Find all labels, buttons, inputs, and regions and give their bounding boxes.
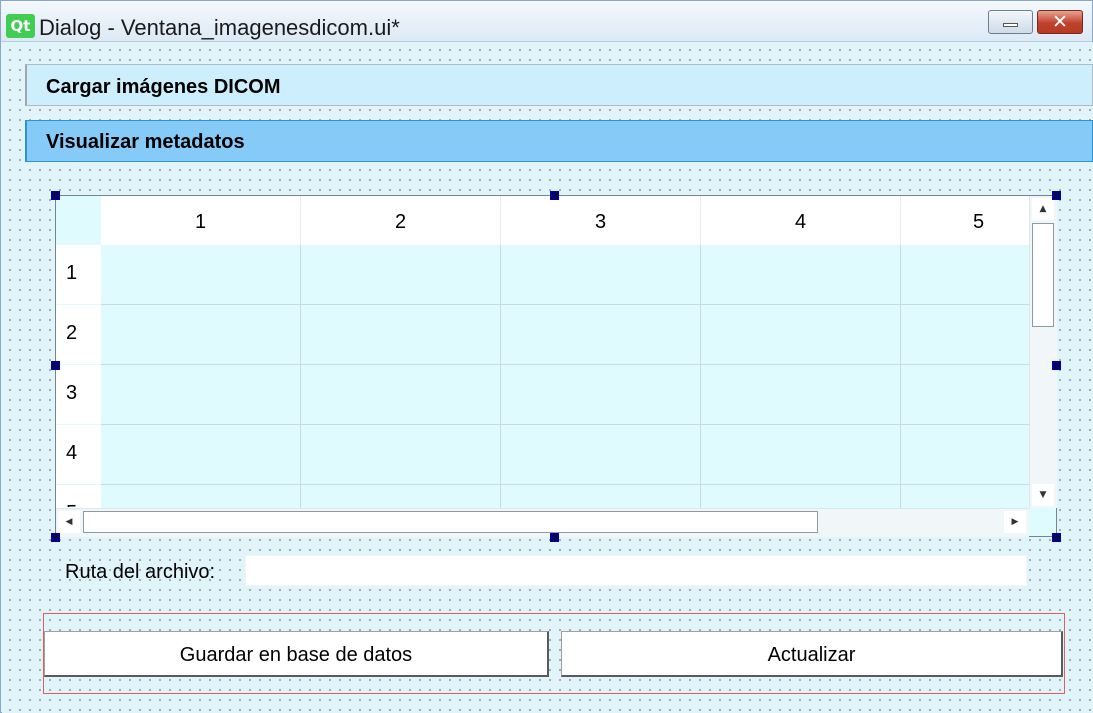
minimize-button[interactable]	[988, 10, 1033, 34]
horizontal-scrollbar[interactable]: ◀ ▶	[56, 508, 1029, 537]
selection-handle[interactable]	[550, 191, 559, 200]
row-header[interactable]: 4	[56, 425, 101, 484]
toolbox-page-visualizar[interactable]: Visualizar metadatos	[25, 120, 1093, 162]
title-bar[interactable]: Qt Dialog - Ventana_imagenesdicom.ui* ✕	[1, 1, 1092, 42]
close-button[interactable]: ✕	[1037, 10, 1083, 34]
selection-handle[interactable]	[51, 533, 60, 542]
column-header[interactable]: 3	[501, 196, 701, 245]
scroll-corner	[1029, 508, 1056, 536]
vertical-scrollbar[interactable]: ▲ ▼	[1029, 196, 1057, 508]
dialog-window: Qt Dialog - Ventana_imagenesdicom.ui* ✕ …	[0, 0, 1093, 713]
scroll-down-icon[interactable]: ▼	[1032, 484, 1054, 506]
selection-handle[interactable]	[1052, 361, 1061, 370]
column-header[interactable]: 4	[701, 196, 901, 245]
selection-handle[interactable]	[51, 361, 60, 370]
scroll-left-icon[interactable]: ◀	[58, 511, 80, 533]
column-header[interactable]: 5	[901, 196, 1030, 245]
scroll-up-icon[interactable]: ▲	[1032, 198, 1054, 220]
selection-handle[interactable]	[1052, 533, 1061, 542]
file-path-field[interactable]	[245, 555, 1027, 586]
vertical-scroll-thumb[interactable]	[1032, 223, 1054, 327]
selection-handle[interactable]	[51, 191, 60, 200]
window-title: Dialog - Ventana_imagenesdicom.ui*	[39, 15, 400, 40]
column-header[interactable]: 1	[101, 196, 301, 245]
table-corner	[56, 196, 101, 245]
row-header[interactable]: 5	[56, 485, 101, 508]
row-header[interactable]: 3	[56, 365, 101, 424]
selection-handle[interactable]	[1052, 191, 1061, 200]
table-cells[interactable]	[101, 245, 1029, 508]
refresh-button[interactable]: Actualizar	[561, 631, 1063, 677]
horizontal-scroll-thumb[interactable]	[83, 511, 818, 533]
file-path-label: Ruta del archivo:	[65, 561, 216, 583]
minimize-icon	[1003, 23, 1018, 27]
metadata-table[interactable]: 1 2 3 4 5 1 2 3 4 5 ▲ ▼ ◀ ▶	[55, 195, 1057, 537]
selection-handle[interactable]	[550, 533, 559, 542]
row-header[interactable]: 2	[56, 305, 101, 364]
toolbox-page-cargar[interactable]: Cargar imágenes DICOM	[25, 64, 1093, 106]
save-database-button[interactable]: Guardar en base de datos	[44, 631, 549, 677]
row-header[interactable]: 1	[56, 245, 101, 304]
qt-logo-icon: Qt	[6, 14, 35, 38]
column-header[interactable]: 2	[301, 196, 501, 245]
scroll-right-icon[interactable]: ▶	[1004, 511, 1026, 533]
